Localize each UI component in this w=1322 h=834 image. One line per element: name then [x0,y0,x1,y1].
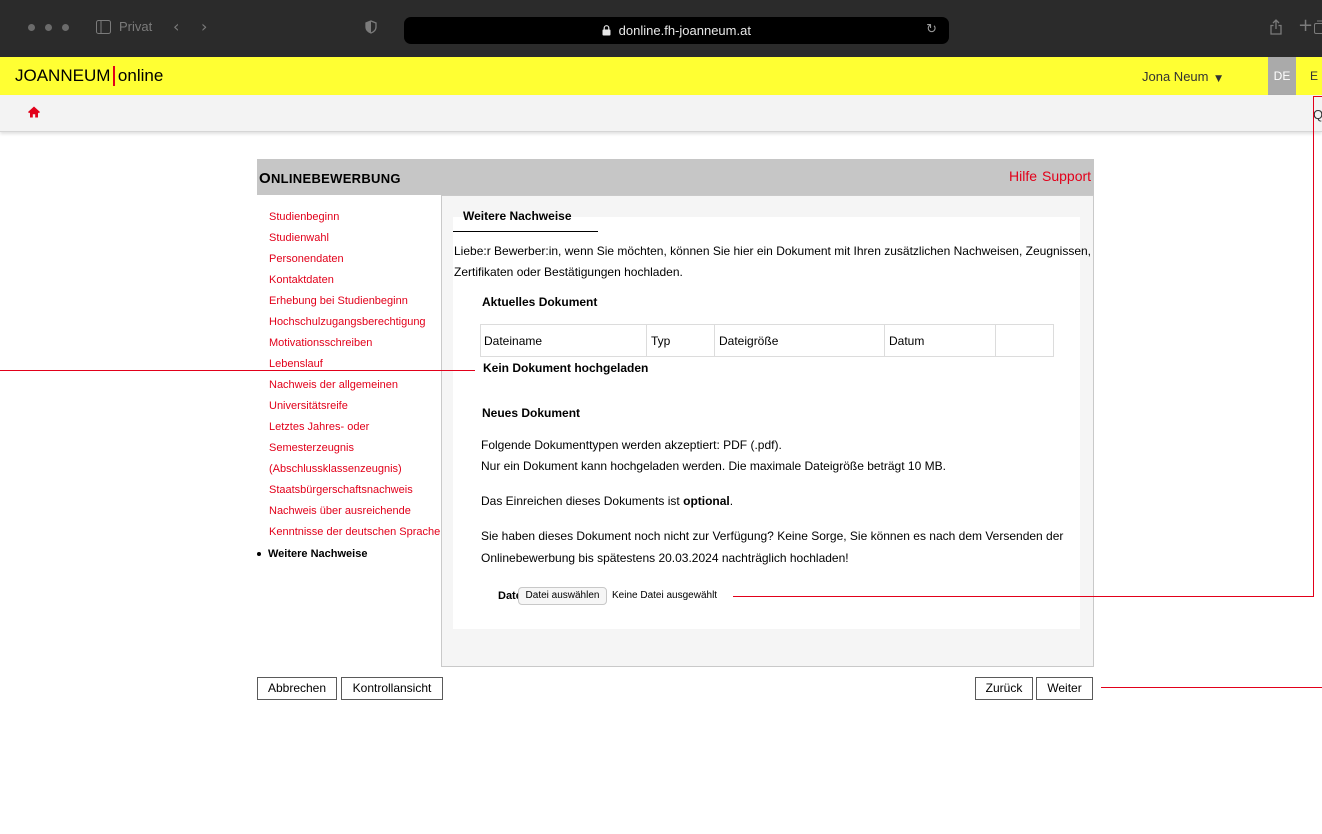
help-link[interactable]: Hilfe [1009,168,1037,184]
annotation-line-file [733,596,1314,597]
annotation-line-vertical [1313,96,1314,597]
column-header-size: Dateigröße [719,334,779,348]
window-close-dot[interactable] [28,24,35,31]
optional-word: optional [683,494,730,508]
nav-bar [0,95,1322,132]
choose-file-button[interactable]: Datei auswählen [518,587,607,605]
home-icon[interactable] [27,105,41,119]
max-size-text: Nur ein Dokument kann hochgeladen werden… [481,459,946,473]
intro-line-2: Zertifikaten oder Bestätigungen hochlade… [454,265,683,279]
url-display[interactable]: donline.fh-joanneum.at [404,17,949,44]
sidebar-item-studienwahl[interactable]: Studienwahl [269,228,444,249]
language-en[interactable]: E [1310,69,1318,83]
later-upload-line-1: Sie haben dieses Dokument noch nicht zur… [481,529,1064,543]
user-name: Jona Neum [1142,69,1209,84]
new-tab-icon[interactable]: + [1298,17,1313,35]
column-header-date: Datum [889,334,925,348]
sidebar-toggle-icon[interactable] [96,20,111,37]
file-status-text: Keine Datei ausgewählt [612,590,718,601]
window-minimize-dot[interactable] [45,24,52,31]
shield-icon[interactable] [365,20,377,37]
annotation-line-top [1313,96,1322,97]
bullet-icon [257,552,261,557]
page-title-rest: NLINEBEWERBUNG [270,171,401,186]
back-arrow-icon[interactable]: ‹ [173,19,179,35]
search-trigger[interactable]: Q [1313,107,1322,122]
forward-arrow-icon[interactable]: › [201,19,207,35]
table-divider [995,325,996,356]
table-divider [884,325,885,356]
page-title-initial: O [259,170,271,187]
sidebar-item-kontaktdaten[interactable]: Kontaktdaten [269,270,444,291]
annotation-line-buttons [1101,687,1322,688]
next-button[interactable]: Weiter [1036,677,1093,700]
sidebar-item-zeugnis-cont[interactable]: Semesterzeugnis [269,438,444,459]
sidebar-item-personendaten[interactable]: Personendaten [269,249,444,270]
language-de[interactable]: DE [1268,57,1296,95]
sidebar-current-label: Weitere Nachweise [268,548,368,560]
optional-suffix: . [729,494,734,508]
annotation-line-left [0,370,475,371]
sidebar-item-hochschulzugang[interactable]: Hochschulzugangsberechtigung [269,312,444,333]
column-header-type: Typ [651,334,671,348]
step-sidebar: Studienbeginn Studienwahl Personendaten … [269,207,444,543]
back-button[interactable]: Zurück [975,677,1033,700]
brand-right: online [117,66,164,85]
support-link[interactable]: Support [1042,168,1091,184]
reload-icon[interactable]: ↻ [926,22,937,37]
optional-text: Das Einreichen dieses Dokuments ist opti… [481,492,733,510]
new-document-heading: Neues Dokument [482,406,581,420]
sidebar-item-erhebung[interactable]: Erhebung bei Studienbeginn [269,291,444,312]
sidebar-item-lebenslauf[interactable]: Lebenslauf [269,354,444,375]
address-bar[interactable]: donline.fh-joanneum.at ↻ [404,17,949,44]
optional-prefix: Das Einreichen dieses Dokuments ist [481,494,680,508]
no-document-message: Kein Dokument hochgeladen [483,361,649,375]
tab-overview-icon[interactable] [1314,20,1322,37]
table-divider [714,325,715,356]
sidebar-item-studienbeginn[interactable]: Studienbeginn [269,207,444,228]
column-header-filename: Dateiname [484,334,543,348]
sidebar-item-sprachnachweis-cont[interactable]: Kenntnisse der deutschen Sprache [269,522,444,543]
user-menu[interactable]: Jona Neum ▼ [1142,69,1222,84]
private-tab-label: Privat [119,19,153,34]
sidebar-item-universitaetsreife-cont[interactable]: Universitätsreife [269,396,444,417]
table-divider [646,325,647,356]
sidebar-item-sprachnachweis[interactable]: Nachweis über ausreichende [269,501,444,522]
later-upload-line-2: Onlinebewerbung bis spätestens 20.03.202… [481,551,849,565]
brand-logo[interactable]: JOANNEUM online [15,66,163,86]
brand-divider [113,66,115,86]
sidebar-item-staatsbuergerschaft[interactable]: Staatsbürgerschaftsnachweis [269,480,444,501]
tab-label: Weitere Nachweise [463,209,572,223]
share-icon[interactable] [1270,19,1282,38]
url-text: donline.fh-joanneum.at [618,23,751,38]
page-title: ONLINEBEWERBUNG [259,170,401,187]
sidebar-item-motivation[interactable]: Motivationsschreiben [269,333,444,354]
preview-button[interactable]: Kontrollansicht [341,677,443,700]
sidebar-item-current: Weitere Nachweise [257,548,367,560]
cancel-button[interactable]: Abbrechen [257,677,337,700]
current-document-heading: Aktuelles Dokument [482,295,598,309]
accepted-types-text: Folgende Dokumenttypen werden akzeptiert… [481,438,782,452]
brand-left: JOANNEUM [15,66,111,85]
sidebar-item-universitaetsreife[interactable]: Nachweis der allgemeinen [269,375,444,396]
caret-down-icon: ▼ [1215,74,1223,84]
sidebar-item-zeugnis-cont2[interactable]: (Abschlussklassenzeugnis) [269,459,444,480]
window-zoom-dot[interactable] [62,24,69,31]
intro-line-1: Liebe:r Bewerber:in, wenn Sie möchten, k… [454,244,1092,258]
lock-icon [602,23,619,38]
sidebar-item-zeugnis[interactable]: Letztes Jahres- oder [269,417,444,438]
top-header-bar [0,57,1322,95]
